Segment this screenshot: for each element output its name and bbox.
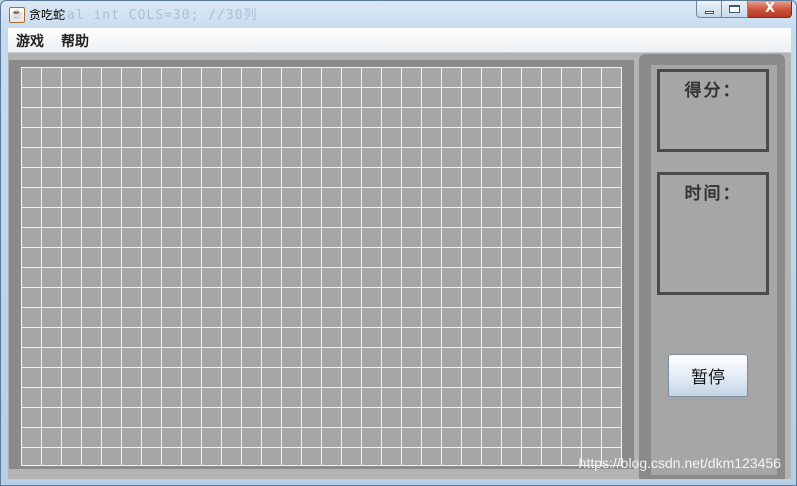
title-bar[interactable]: ☕ 贪吃蛇 al int COLS=30; //30列 X: [1, 1, 796, 28]
game-board-frame: [9, 60, 634, 469]
window-title: 贪吃蛇: [29, 8, 66, 22]
minimize-button[interactable]: [696, 1, 722, 18]
watermark-url: https://blog.csdn.net/dkm123456: [578, 455, 781, 471]
pause-button[interactable]: 暂停: [668, 354, 748, 397]
time-box: 时间：: [657, 172, 769, 295]
score-label: 得分：: [684, 81, 742, 101]
info-panel: 得分： 时间： 暂停: [651, 65, 777, 475]
game-board-grid[interactable]: [21, 67, 622, 466]
app-window: ☕ 贪吃蛇 al int COLS=30; //30列 X 游戏 帮助 得分：: [0, 0, 797, 486]
maximize-icon: [729, 5, 740, 13]
close-button[interactable]: X: [748, 1, 792, 18]
info-panel-frame: 得分： 时间： 暂停: [639, 54, 785, 479]
minimize-icon: [705, 11, 714, 14]
menu-help[interactable]: 帮助: [61, 31, 89, 51]
background-code-ghost-text: al int COLS=30; //30列: [67, 8, 258, 23]
maximize-button[interactable]: [722, 1, 748, 18]
time-label: 时间：: [684, 184, 742, 204]
menu-game[interactable]: 游戏: [16, 31, 44, 51]
window-controls: X: [696, 1, 792, 20]
menu-bar: 游戏 帮助: [8, 28, 791, 53]
content-area: 得分： 时间： 暂停 https://blog.csdn.net/dkm1234…: [8, 53, 791, 479]
java-cup-icon: ☕: [9, 7, 25, 23]
score-box: 得分：: [657, 69, 769, 152]
close-icon: X: [764, 1, 776, 16]
